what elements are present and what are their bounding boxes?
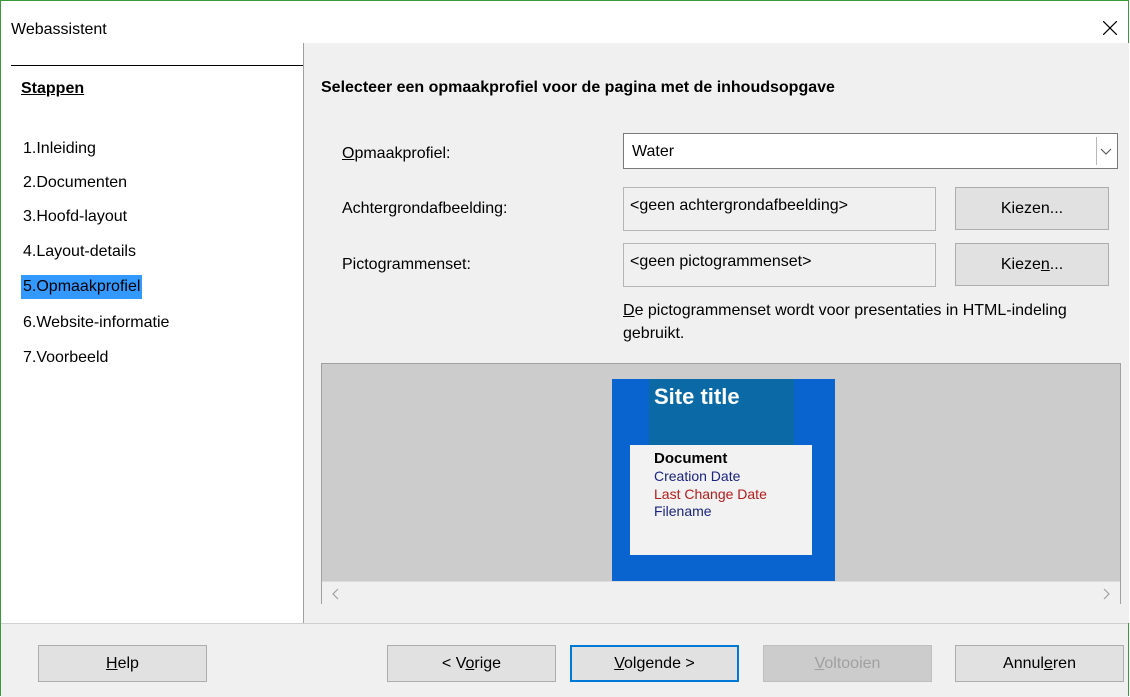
iconset-choose-button[interactable]: Kiezen... bbox=[955, 243, 1109, 286]
background-label: Achtergrondafbeelding: bbox=[342, 200, 508, 217]
background-field: <geen achtergrondafbeelding> bbox=[623, 187, 936, 231]
style-select-dropdown-button[interactable] bbox=[1096, 137, 1115, 165]
chevron-down-icon bbox=[1100, 148, 1112, 155]
step-item-layout-details[interactable]: 4.Layout-details bbox=[21, 240, 138, 264]
iconset-button-mnemonic: n bbox=[1040, 256, 1050, 273]
next-button-text: olgende > bbox=[624, 655, 695, 672]
preview-last-change-date: Last Change Date bbox=[654, 486, 767, 502]
back-button-text-a: < V bbox=[441, 655, 466, 672]
style-label-mnemonic: O bbox=[342, 145, 355, 162]
finish-button-text: oltooien bbox=[824, 655, 881, 672]
step-item-hoofd-layout[interactable]: 3.Hoofd-layout bbox=[21, 205, 129, 229]
main-panel: Selecteer een opmaakprofiel voor de pagi… bbox=[304, 43, 1129, 623]
steps-panel: Stappen 1.Inleiding 2.Documenten 3.Hoofd… bbox=[1, 43, 303, 623]
cancel-button-text-a: Annul bbox=[1003, 655, 1044, 672]
style-label-text: pmaakprofiel: bbox=[354, 145, 451, 162]
style-label: Opmaakprofiel: bbox=[342, 145, 451, 163]
dialog-window: Webassistent Stappen 1.Inleiding 2.Docum… bbox=[0, 0, 1129, 697]
step-item-website-informatie[interactable]: 6.Website-informatie bbox=[21, 311, 171, 335]
iconset-label: Pictogrammenset: bbox=[342, 256, 471, 273]
iconset-value: <geen pictogrammenset> bbox=[630, 253, 812, 270]
iconset-note-mnemonic: D bbox=[623, 302, 635, 319]
style-preview: Site title Document Creation Date Last C… bbox=[321, 363, 1121, 604]
close-icon bbox=[1103, 21, 1117, 35]
chevron-left-icon[interactable] bbox=[328, 587, 344, 601]
back-button-text-b: rige bbox=[474, 655, 502, 672]
step-item-documenten[interactable]: 2.Documenten bbox=[21, 171, 129, 195]
style-select[interactable]: Water bbox=[623, 133, 1118, 169]
help-button[interactable]: Help bbox=[38, 645, 207, 682]
preview-creation-date: Creation Date bbox=[654, 468, 741, 484]
next-button[interactable]: Volgende > bbox=[570, 645, 739, 682]
preview-document-box: Document Creation Date Last Change Date … bbox=[630, 445, 812, 555]
dialog-content: Stappen 1.Inleiding 2.Documenten 3.Hoofd… bbox=[1, 43, 1129, 623]
iconset-note-text: e pictogrammenset wordt voor presentatie… bbox=[623, 302, 1067, 342]
steps-heading: Stappen bbox=[21, 80, 85, 97]
finish-button-mnemonic: V bbox=[814, 655, 825, 672]
preview-horizontal-scrollbar[interactable] bbox=[322, 581, 1120, 604]
steps-divider bbox=[11, 65, 303, 66]
dialog-footer: Help < Vorige Volgende > Voltooien Annul… bbox=[1, 623, 1128, 697]
chevron-right-icon[interactable] bbox=[1098, 587, 1114, 601]
cancel-button-mnemonic: e bbox=[1043, 655, 1053, 672]
preview-site-title: Site title bbox=[654, 384, 740, 409]
window-title: Webassistent bbox=[11, 21, 107, 38]
close-button[interactable] bbox=[1090, 9, 1128, 43]
iconset-field: <geen pictogrammenset> bbox=[623, 243, 936, 287]
help-button-text: elp bbox=[117, 655, 139, 672]
iconset-note: De pictogrammenset wordt voor presentati… bbox=[623, 299, 1103, 345]
cancel-button[interactable]: Annuleren bbox=[955, 645, 1124, 682]
next-button-mnemonic: V bbox=[614, 655, 625, 672]
finish-button[interactable]: Voltooien bbox=[763, 645, 932, 682]
step-item-inleiding[interactable]: 1.Inleiding bbox=[21, 137, 98, 161]
background-choose-button[interactable]: Kiezen... bbox=[955, 187, 1109, 230]
back-button[interactable]: < Vorige bbox=[387, 645, 556, 682]
page-heading: Selecteer een opmaakprofiel voor de pagi… bbox=[321, 79, 835, 96]
iconset-button-text-b: ... bbox=[1049, 256, 1064, 273]
style-select-value: Water bbox=[632, 143, 675, 160]
iconset-button-text-a: Kieze bbox=[1000, 256, 1041, 273]
help-button-mnemonic: H bbox=[106, 655, 118, 672]
step-item-voorbeeld[interactable]: 7.Voorbeeld bbox=[21, 346, 110, 370]
cancel-button-text-b: ren bbox=[1052, 655, 1076, 672]
preview-page: Site title Document Creation Date Last C… bbox=[612, 379, 835, 582]
preview-document-title: Document bbox=[654, 450, 728, 467]
preview-filename: Filename bbox=[654, 503, 712, 519]
step-item-opmaakprofiel[interactable]: 5.Opmaakprofiel bbox=[21, 275, 143, 299]
background-value: <geen achtergrondafbeelding> bbox=[630, 197, 848, 214]
title-bar: Webassistent bbox=[1, 1, 1128, 43]
